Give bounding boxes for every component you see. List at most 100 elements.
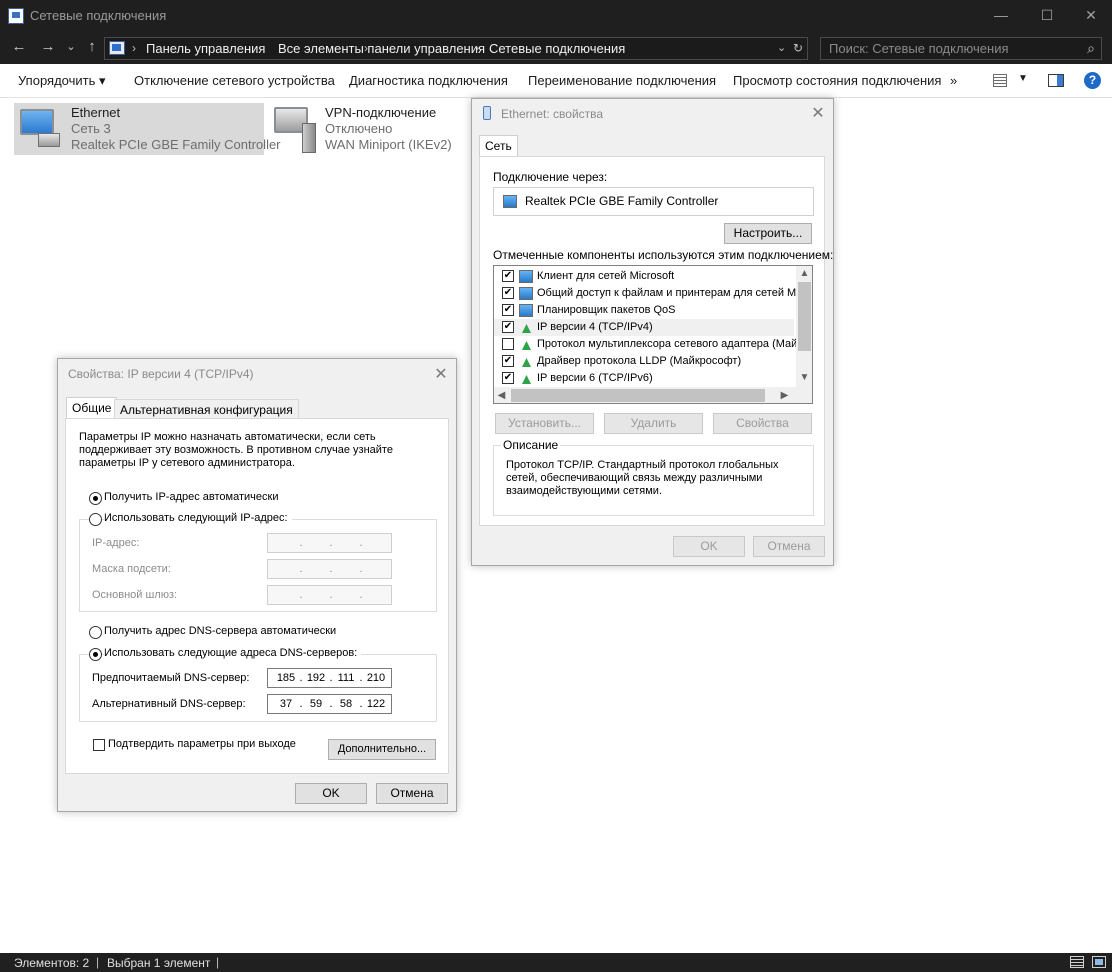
maximize-button[interactable]: ☐ — [1024, 0, 1070, 32]
up-arrow-icon[interactable]: ↑ — [81, 38, 103, 58]
tab-alternate-config[interactable]: Альтернативная конфигурация — [114, 399, 299, 419]
organize-menu[interactable]: Упорядочить ▾ — [18, 73, 106, 89]
component-checkbox[interactable]: ✔ — [502, 321, 514, 333]
status-separator: | — [96, 955, 100, 969]
components-list[interactable]: ✔ Клиент для сетей Microsoft ✔ Общий доступ… — [493, 265, 813, 404]
connection-item-ethernet[interactable]: Ethernet Сеть 3 Realtek PCIe GBE Family … — [14, 103, 281, 155]
validate-on-exit-checkbox[interactable] — [93, 739, 105, 751]
search-input[interactable]: Поиск: Сетевые подключения ⌕ — [820, 37, 1102, 60]
advanced-button[interactable]: Дополнительно... — [328, 739, 436, 760]
component-list-item[interactable]: ✔ IP версии 4 (TCP/IPv4) — [494, 319, 794, 336]
breadcrumb-all-items[interactable]: Все элементы панели управления — [278, 41, 485, 56]
command-bar: Упорядочить ▾ Отключение сетевого устрой… — [0, 64, 1112, 98]
protocol-icon — [519, 372, 533, 385]
chevron-down-icon[interactable]: ▼ — [1018, 73, 1028, 84]
auto-dns-label[interactable]: Получить адрес DNS-сервера автоматически — [104, 625, 336, 637]
close-window-button[interactable]: ✕ — [1068, 0, 1112, 32]
protocol-icon — [519, 321, 533, 334]
recent-locations-icon[interactable]: ⌄ — [62, 38, 80, 58]
chevron-right-icon: › — [132, 41, 136, 55]
diagnose-button[interactable]: Диагностика подключения — [349, 73, 508, 88]
more-commands-button[interactable]: » — [950, 73, 957, 88]
component-properties-button[interactable]: Свойства — [713, 413, 812, 434]
component-list-item[interactable]: ✔ Планировщик пакетов QoS — [494, 302, 794, 319]
view-status-button[interactable]: Просмотр состояния подключения — [733, 73, 941, 88]
configure-button[interactable]: Настроить... — [724, 223, 812, 244]
manual-ip-label[interactable]: Использовать следующий IP-адрес: — [104, 512, 292, 524]
breadcrumb-control-panel[interactable]: Панель управления — [146, 41, 265, 56]
component-label: IP версии 6 (TCP/IPv6) — [537, 372, 653, 384]
scroll-thumb[interactable] — [511, 389, 765, 402]
cancel-button[interactable]: Отмена — [376, 783, 448, 804]
large-icons-view-icon[interactable] — [1092, 956, 1106, 968]
details-view-icon[interactable] — [1070, 956, 1084, 968]
validate-on-exit-label[interactable]: Подтвердить параметры при выходе — [108, 738, 296, 750]
component-list-item[interactable]: ✔ Клиент для сетей Microsoft — [494, 268, 794, 285]
close-icon[interactable]: ✕ — [429, 364, 453, 384]
alternate-dns-octet-4: 122 — [366, 698, 386, 710]
description-label: Описание — [501, 438, 561, 452]
component-checkbox[interactable]: ✔ — [502, 355, 514, 367]
scroll-thumb[interactable] — [798, 282, 811, 351]
auto-ip-radio[interactable] — [89, 492, 102, 505]
cable-icon — [38, 133, 60, 147]
network-adapter-icon — [503, 195, 517, 208]
connection-item-vpn[interactable]: VPN-подключение Отключено WAN Miniport (… — [268, 103, 468, 155]
component-label: Клиент для сетей Microsoft — [537, 270, 675, 282]
disable-device-button[interactable]: Отключение сетевого устройства — [134, 73, 335, 88]
install-button[interactable]: Установить... — [495, 413, 594, 434]
adapter-name: Realtek PCIe GBE Family Controller — [525, 194, 719, 208]
component-list-item[interactable]: ✔ Драйвер протокола LLDP (Майкрософт) — [494, 353, 794, 370]
horizontal-scrollbar[interactable]: ◀ ▶ — [494, 387, 812, 403]
component-checkbox[interactable]: ✔ — [502, 372, 514, 384]
auto-dns-radio[interactable] — [89, 626, 102, 639]
close-icon[interactable]: ✕ — [806, 103, 830, 123]
address-bar[interactable]: › Панель управления › Все элементы панел… — [104, 37, 808, 60]
help-icon[interactable]: ? — [1084, 72, 1101, 89]
forward-arrow-icon[interactable]: → — [37, 38, 59, 58]
dialog-title: Ethernet: свойства — [501, 107, 604, 121]
component-list-item[interactable]: ✔ Общий доступ к файлам и принтерам для с… — [494, 285, 799, 302]
cancel-button[interactable]: Отмена — [753, 536, 825, 557]
auto-ip-label[interactable]: Получить IP-адрес автоматически — [104, 491, 278, 503]
refresh-icon[interactable]: ↻ — [793, 41, 803, 55]
chevron-down-icon[interactable]: ⌄ — [777, 41, 786, 54]
ok-button[interactable]: OK — [673, 536, 745, 557]
tab-general[interactable]: Общие — [66, 397, 118, 419]
preferred-dns-input[interactable]: 185. 192. 111. 210 — [267, 668, 392, 688]
remove-button[interactable]: Удалить — [604, 413, 703, 434]
ok-button[interactable]: OK — [295, 783, 367, 804]
scroll-up-icon[interactable]: ▲ — [797, 268, 812, 279]
components-label: Отмеченные компоненты используются этим … — [493, 248, 834, 262]
minimize-button[interactable]: — — [978, 0, 1024, 32]
scroll-left-icon[interactable]: ◀ — [494, 390, 509, 401]
component-checkbox[interactable]: ✔ — [502, 270, 514, 282]
manual-ip-radio[interactable] — [89, 513, 102, 526]
network-service-icon — [519, 304, 533, 317]
rename-button[interactable]: Переименование подключения — [528, 73, 716, 88]
back-arrow-icon[interactable]: ← — [8, 38, 30, 58]
component-list-item[interactable]: Протокол мультиплексора сетевого адаптер… — [494, 336, 797, 353]
alternate-dns-input[interactable]: 37. 59. 58. 122 — [267, 694, 392, 714]
preview-pane-icon[interactable] — [1048, 74, 1064, 87]
component-checkbox[interactable] — [502, 338, 514, 350]
component-checkbox[interactable]: ✔ — [502, 287, 514, 299]
manual-dns-radio[interactable] — [89, 648, 102, 661]
component-list-item[interactable]: ✔ IP версии 6 (TCP/IPv6) — [494, 370, 794, 387]
vertical-scrollbar[interactable]: ▲ ▼ — [796, 266, 812, 387]
manual-dns-label[interactable]: Использовать следующие адреса DNS-сервер… — [104, 647, 362, 659]
adapter-field: Realtek PCIe GBE Family Controller — [493, 187, 814, 216]
network-service-icon — [519, 287, 533, 300]
tab-network[interactable]: Сеть — [479, 135, 518, 157]
selection-count: Выбран 1 элемент — [107, 956, 211, 970]
ipv4-properties-dialog: Свойства: IP версии 4 (TCP/IPv4) ✕ Общие… — [57, 358, 457, 812]
scroll-down-icon[interactable]: ▼ — [797, 372, 812, 383]
connection-adapter: Realtek PCIe GBE Family Controller — [71, 137, 281, 152]
search-icon[interactable]: ⌕ — [1087, 40, 1095, 57]
scroll-right-icon[interactable]: ▶ — [777, 390, 792, 401]
breadcrumb-network-connections[interactable]: Сетевые подключения — [489, 41, 625, 56]
component-checkbox[interactable]: ✔ — [502, 304, 514, 316]
view-options-icon[interactable] — [993, 74, 1007, 87]
title-bar: Сетевые подключения — ☐ ✕ — [0, 0, 1112, 32]
default-gateway-input: ... — [267, 585, 392, 605]
